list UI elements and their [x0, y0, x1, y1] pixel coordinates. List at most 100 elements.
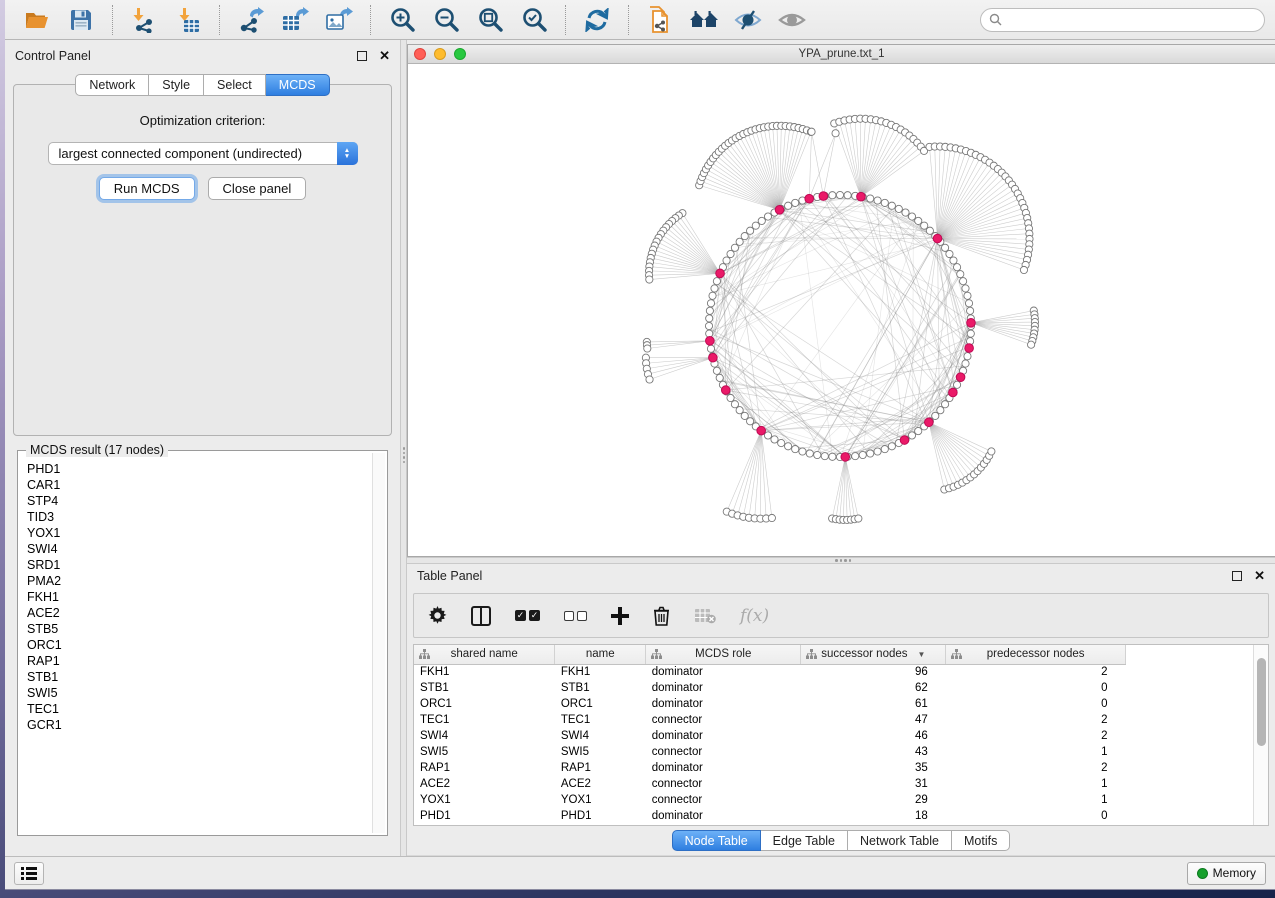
mcds-result-item[interactable]: TEC1 — [27, 701, 372, 717]
mcds-node-rap1[interactable] — [757, 426, 766, 435]
mcds-node-orc1[interactable] — [857, 192, 866, 201]
network-node[interactable] — [1028, 341, 1035, 348]
network-node[interactable] — [888, 202, 895, 209]
network-node[interactable] — [785, 443, 792, 450]
mcds-node-car1[interactable] — [805, 194, 814, 203]
select-all-icon[interactable]: ✓✓ — [515, 601, 540, 631]
column-header-successor-nodes[interactable]: successor nodes▼ — [801, 645, 946, 664]
column-header-MCDS-role[interactable]: MCDS role — [646, 645, 801, 664]
save-session-icon[interactable] — [64, 4, 98, 36]
table-tab-network-table[interactable]: Network Table — [848, 830, 952, 851]
tab-mcds[interactable]: MCDS — [266, 74, 330, 96]
deselect-all-icon[interactable] — [564, 601, 587, 631]
table-row[interactable]: FKH1FKH1dominator962 — [414, 664, 1126, 680]
network-node[interactable] — [950, 257, 957, 264]
export-network-icon[interactable] — [234, 4, 268, 36]
zoom-out-icon[interactable] — [429, 4, 463, 36]
network-node[interactable] — [895, 205, 902, 212]
add-column-icon[interactable] — [611, 601, 629, 631]
run-mcds-button[interactable]: Run MCDS — [99, 177, 195, 200]
network-node[interactable] — [747, 418, 754, 425]
table-row[interactable]: TEC1TEC1connector472 — [414, 712, 1126, 728]
mcds-node-ace2[interactable] — [841, 453, 850, 462]
network-node[interactable] — [821, 453, 828, 460]
zoom-fit-icon[interactable] — [473, 4, 507, 36]
search-field[interactable] — [980, 8, 1265, 32]
network-node[interactable] — [836, 191, 843, 198]
network-node[interactable] — [832, 130, 839, 137]
criterion-dropdown[interactable]: largest connected component (undirected)… — [48, 142, 358, 165]
network-node[interactable] — [962, 285, 969, 292]
network-node[interactable] — [771, 436, 778, 443]
network-node[interactable] — [829, 453, 836, 460]
mcds-result-item[interactable]: SWI4 — [27, 541, 372, 557]
network-node[interactable] — [764, 432, 771, 439]
mcds-result-item[interactable]: SWI5 — [27, 685, 372, 701]
network-node[interactable] — [915, 217, 922, 224]
network-node[interactable] — [706, 307, 713, 314]
table-tab-edge-table[interactable]: Edge Table — [761, 830, 848, 851]
network-node[interactable] — [867, 195, 874, 202]
network-node[interactable] — [953, 264, 960, 271]
import-network-icon[interactable] — [127, 4, 161, 36]
network-node[interactable] — [888, 443, 895, 450]
mcds-node-pma2[interactable] — [949, 388, 958, 397]
network-node[interactable] — [736, 238, 743, 245]
hide-selected-eye-icon[interactable] — [731, 4, 765, 36]
network-node[interactable] — [908, 213, 915, 220]
network-node[interactable] — [926, 227, 933, 234]
import-table-icon[interactable] — [171, 4, 205, 36]
network-node[interactable] — [707, 345, 714, 352]
mcds-node-stp4[interactable] — [819, 192, 828, 201]
float-panel-icon[interactable] — [357, 51, 367, 61]
mcds-node-yox1[interactable] — [709, 353, 718, 362]
network-node[interactable] — [941, 244, 948, 251]
mcds-result-item[interactable]: SRD1 — [27, 557, 372, 573]
network-node[interactable] — [855, 515, 862, 522]
mcds-list-scrollbar[interactable] — [372, 453, 385, 833]
column-header-predecessor-nodes[interactable]: predecessor nodes — [946, 645, 1126, 664]
table-row[interactable]: ACE2ACE2connector311 — [414, 776, 1126, 792]
mcds-node-tid3[interactable] — [721, 386, 730, 395]
table-scrollbar[interactable] — [1253, 645, 1268, 825]
network-node[interactable] — [741, 233, 748, 240]
table-row[interactable]: PHD1PHD1dominator180 — [414, 808, 1126, 824]
export-table-icon[interactable] — [278, 4, 312, 36]
mcds-result-item[interactable]: RAP1 — [27, 653, 372, 669]
float-table-panel-icon[interactable] — [1232, 571, 1242, 581]
network-node[interactable] — [752, 222, 759, 229]
network-node[interactable] — [908, 432, 915, 439]
network-node[interactable] — [758, 217, 765, 224]
network-node[interactable] — [713, 278, 720, 285]
column-header-shared-name[interactable]: shared name — [414, 645, 555, 664]
network-node[interactable] — [778, 439, 785, 446]
table-row[interactable]: YOX1YOX1connector291 — [414, 792, 1126, 808]
tab-style[interactable]: Style — [149, 74, 204, 96]
mcds-result-item[interactable]: FKH1 — [27, 589, 372, 605]
network-node[interactable] — [964, 292, 971, 299]
close-panel-button[interactable]: Close panel — [208, 177, 307, 200]
network-node[interactable] — [707, 300, 714, 307]
show-all-eye-icon[interactable] — [775, 4, 809, 36]
mcds-node-stb5[interactable] — [965, 344, 974, 353]
network-node[interactable] — [785, 202, 792, 209]
tab-network[interactable]: Network — [75, 74, 149, 96]
network-node[interactable] — [768, 514, 775, 521]
network-node[interactable] — [937, 407, 944, 414]
mcds-result-list[interactable]: PHD1CAR1STP4TID3YOX1SWI4SRD1PMA2FKH1ACE2… — [18, 451, 372, 835]
column-layout-icon[interactable] — [471, 601, 491, 631]
network-node[interactable] — [867, 450, 874, 457]
network-node[interactable] — [723, 257, 730, 264]
vertical-splitter[interactable] — [400, 40, 407, 856]
table-scrollbar-thumb[interactable] — [1257, 658, 1266, 746]
network-node[interactable] — [713, 367, 720, 374]
network-node[interactable] — [988, 448, 995, 455]
export-image-icon[interactable] — [322, 4, 356, 36]
home-icon[interactable] — [687, 4, 721, 36]
network-node[interactable] — [731, 244, 738, 251]
network-node[interactable] — [716, 374, 723, 381]
zoom-in-icon[interactable] — [385, 4, 419, 36]
network-node[interactable] — [874, 197, 881, 204]
mcds-node-phd1[interactable] — [706, 337, 715, 346]
network-node[interactable] — [964, 353, 971, 360]
